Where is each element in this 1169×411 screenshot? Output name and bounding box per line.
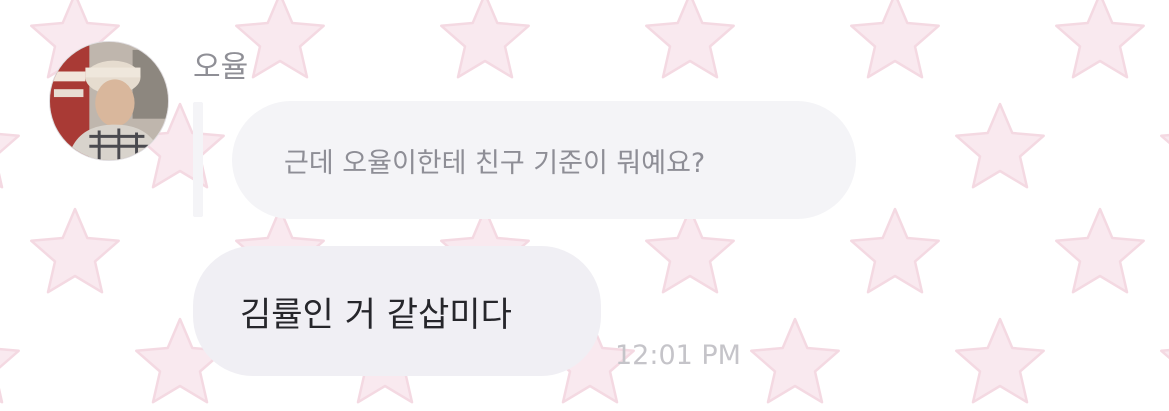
star-icon	[955, 317, 1045, 404]
star-icon	[850, 0, 940, 79]
star-icon	[0, 347, 20, 404]
star-icon	[1160, 133, 1169, 145]
message-text: 김률인 거 같삽미다	[240, 294, 512, 335]
star-icon	[750, 317, 840, 404]
star-icon	[645, 207, 735, 294]
star-icon	[30, 207, 120, 294]
quoted-message-bubble[interactable]: 근데 오율이한테 친구 기준이 뭐예요?	[232, 101, 856, 219]
star-icon	[1055, 0, 1145, 79]
sender-avatar[interactable]	[49, 41, 169, 161]
star-icon	[0, 132, 20, 189]
star-icon	[645, 0, 735, 79]
sender-name: 오율	[193, 50, 249, 85]
star-icon	[850, 207, 940, 294]
star-icon	[955, 102, 1045, 189]
reply-indicator-bar	[193, 102, 203, 217]
star-icon	[440, 0, 530, 79]
star-icon	[235, 0, 325, 79]
message-timestamp: 12:01 PM	[615, 340, 741, 371]
star-icon	[1160, 348, 1169, 360]
star-icon	[1055, 207, 1145, 294]
profile-photo	[50, 42, 168, 160]
message-bubble[interactable]: 김률인 거 같삽미다	[193, 246, 601, 376]
quoted-message-text: 근데 오율이한테 친구 기준이 뭐예요?	[284, 147, 706, 179]
